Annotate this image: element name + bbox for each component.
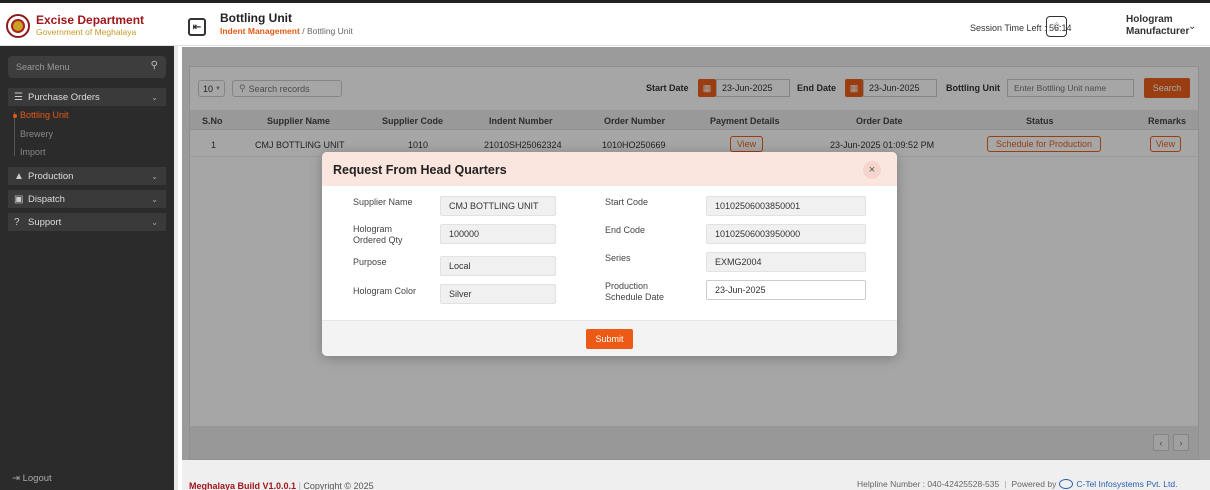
menu-toggle-icon[interactable]: ⇤ xyxy=(188,18,206,36)
supplier-name-label: Supplier Name xyxy=(353,197,413,207)
brand: Excise Department Government of Meghalay… xyxy=(6,9,178,43)
hologram-color-field: Silver xyxy=(440,284,556,304)
ordered-qty-field: 100000 xyxy=(440,224,556,244)
supplier-name-field: CMJ BOTTLING UNIT xyxy=(440,196,556,216)
sidebar-item-label: Production xyxy=(28,170,74,182)
footer-right: Helpline Number : 040-42425528-535 | Pow… xyxy=(857,479,1178,489)
breadcrumb: Indent Management / Bottling Unit xyxy=(220,25,353,37)
schedule-date-label-line1: Production xyxy=(605,281,649,291)
sidebar-item-dispatch[interactable]: ▣ Dispatch ⌄ xyxy=(8,190,166,208)
submit-button[interactable]: Submit xyxy=(586,329,633,349)
schedule-date-label-line2: Schedule Date xyxy=(605,292,665,302)
chevron-down-icon: ⌄ xyxy=(151,194,158,204)
sidebar: Search Menu ⚲ ☰ Purchase Orders ⌄ Bottli… xyxy=(0,46,178,490)
powered-by: Powered by xyxy=(1011,479,1057,489)
user-role-line2: Manufacturer xyxy=(1126,26,1190,37)
user-role[interactable]: Hologram Manufacturer xyxy=(1126,14,1189,38)
request-modal: Request From Head Quarters × Supplier Na… xyxy=(322,152,897,356)
triangle-icon: ▲ xyxy=(14,170,24,182)
search-icon: ⚲ xyxy=(150,60,158,71)
series-label: Series xyxy=(605,253,631,263)
sidebar-item-label: Support xyxy=(28,216,62,228)
build-version: Meghalaya Build V1.0.0.1 xyxy=(189,481,297,490)
menu-search-placeholder: Search Menu xyxy=(16,62,70,72)
sidebar-subitem-bottling-unit[interactable]: Bottling Unit xyxy=(20,110,69,120)
help-icon: ? xyxy=(14,216,20,228)
chevron-down-icon[interactable]: ⌄ xyxy=(1188,21,1196,32)
user-role-line1: Hologram xyxy=(1126,14,1173,25)
emblem-icon xyxy=(6,14,30,38)
list-icon: ☰ xyxy=(14,91,23,103)
breadcrumb-parent[interactable]: Indent Management xyxy=(220,26,300,36)
sidebar-item-purchase-orders[interactable]: ☰ Purchase Orders ⌄ xyxy=(8,88,166,106)
modal-header: Request From Head Quarters × xyxy=(322,152,897,186)
purpose-label: Purpose xyxy=(353,257,387,267)
breadcrumb-current: Bottling Unit xyxy=(306,26,353,36)
start-code-label: Start Code xyxy=(605,197,649,207)
sidebar-item-label: Purchase Orders xyxy=(28,91,100,103)
ordered-qty-label: Hologram Ordered Qty xyxy=(353,224,403,246)
page-title: Bottling Unit xyxy=(220,11,292,25)
logout-label: Logout xyxy=(22,473,52,484)
breadcrumb-separator: / xyxy=(302,26,305,36)
footer-left: Meghalaya Build V1.0.0.1 | Copyright © 2… xyxy=(189,481,374,490)
dispatch-icon: ▣ xyxy=(14,193,24,205)
brand-subtitle: Government of Meghalaya xyxy=(36,27,137,37)
active-dot xyxy=(13,114,17,118)
schedule-date-input[interactable]: 23-Jun-2025 xyxy=(706,280,866,300)
notification-icon[interactable]: ♢ xyxy=(1046,16,1067,37)
top-bar: Excise Department Government of Meghalay… xyxy=(0,0,1210,46)
purpose-field: Local xyxy=(440,256,556,276)
ctel-logo-icon xyxy=(1059,479,1074,489)
ordered-qty-label-line1: Hologram xyxy=(353,224,393,234)
copyright: Copyright © 2025 xyxy=(303,481,374,490)
ordered-qty-label-line2: Ordered Qty xyxy=(353,235,403,245)
brand-title: Excise Department xyxy=(36,13,145,27)
logout-icon: ⇥ xyxy=(12,473,20,484)
chevron-down-icon: ⌄ xyxy=(151,217,158,227)
company-link[interactable]: C-Tel Infosystems Pvt. Ltd. xyxy=(1076,479,1177,489)
hologram-color-label: Hologram Color xyxy=(353,286,417,296)
sidebar-item-support[interactable]: ? Support ⌄ xyxy=(8,213,166,231)
sidebar-subitem-import[interactable]: Import xyxy=(20,147,46,157)
sidebar-item-production[interactable]: ▲ Production ⌄ xyxy=(8,167,166,185)
end-code-label: End Code xyxy=(605,225,646,235)
sidebar-subitem-brewery[interactable]: Brewery xyxy=(20,129,53,139)
sidebar-item-label: Dispatch xyxy=(28,193,65,205)
submenu-line xyxy=(14,112,15,156)
series-field: EXMG2004 xyxy=(706,252,866,272)
start-code-field: 10102506003850001 xyxy=(706,196,866,216)
chevron-down-icon: ⌄ xyxy=(151,92,158,102)
modal-title: Request From Head Quarters xyxy=(333,163,507,177)
chevron-down-icon: ⌄ xyxy=(151,171,158,181)
logout-button[interactable]: ⇥ Logout xyxy=(12,473,52,484)
close-icon[interactable]: × xyxy=(863,161,881,179)
schedule-date-label: Production Schedule Date xyxy=(605,281,664,303)
page-header: Bottling Unit Indent Management / Bottli… xyxy=(220,11,353,37)
end-code-field: 10102506003950000 xyxy=(706,224,866,244)
menu-search-input[interactable]: Search Menu ⚲ xyxy=(8,56,166,78)
helpline: Helpline Number : 040-42425528-535 xyxy=(857,479,1000,489)
